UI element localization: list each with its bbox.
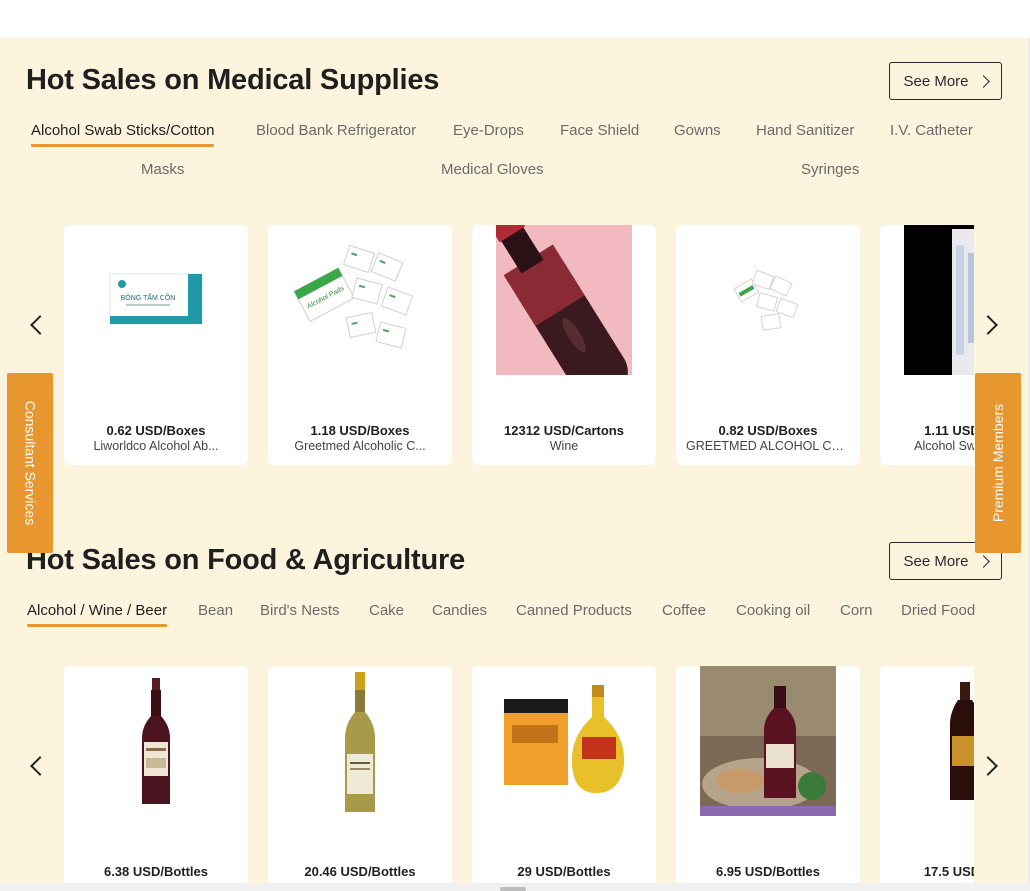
product-card[interactable]: 6.95 USD/Bottles bbox=[676, 666, 860, 883]
tab-gowns[interactable]: Gowns bbox=[674, 122, 721, 139]
product-name: Wine bbox=[549, 439, 579, 453]
tab-dried-food[interactable]: Dried Food bbox=[901, 602, 975, 619]
product-card[interactable]: 1.11 USD Alcohol Swab bbox=[880, 225, 974, 465]
consultant-services-label: Consultant Services bbox=[22, 400, 39, 526]
product-image bbox=[708, 225, 828, 375]
tab-masks[interactable]: Masks bbox=[141, 161, 184, 178]
premium-members-tab[interactable]: Premium Members bbox=[975, 373, 1021, 553]
product-card[interactable]: 0.82 USD/Boxes GREETMED ALCOHOL COT... bbox=[676, 225, 860, 465]
chevron-right-icon bbox=[976, 554, 990, 568]
premium-members-label: Premium Members bbox=[990, 403, 1006, 523]
tab-blood-bank[interactable]: Blood Bank Refrigerator bbox=[256, 122, 416, 139]
product-card[interactable]: Alcohol Pads 1.18 USD/Boxes Greetmed Alc… bbox=[268, 225, 452, 465]
chevron-right-icon[interactable] bbox=[978, 756, 998, 776]
product-card[interactable]: 6.38 USD/Bottles bbox=[64, 666, 248, 883]
tab-eye-drops[interactable]: Eye-Drops bbox=[453, 122, 524, 139]
product-price: 1.18 USD/Boxes bbox=[310, 423, 410, 438]
tab-corn[interactable]: Corn bbox=[840, 602, 873, 619]
tab-cake[interactable]: Cake bbox=[369, 602, 404, 619]
product-card[interactable]: 17.5 USD bbox=[880, 666, 974, 883]
product-name: GREETMED ALCOHOL COT... bbox=[686, 439, 850, 453]
tab-iv-catheter[interactable]: I.V. Catheter bbox=[890, 122, 973, 139]
product-image bbox=[904, 225, 974, 375]
tab-cooking-oil[interactable]: Cooking oil bbox=[736, 602, 810, 619]
section-title: Hot Sales on Medical Supplies bbox=[26, 64, 440, 96]
top-white-strip bbox=[0, 0, 1030, 38]
chevron-right-icon[interactable] bbox=[978, 315, 998, 335]
see-more-label: See More bbox=[903, 552, 969, 570]
product-price: 6.95 USD/Bottles bbox=[715, 864, 821, 879]
product-image bbox=[700, 666, 836, 816]
product-image bbox=[944, 666, 974, 816]
product-image bbox=[500, 666, 630, 816]
product-carousel: 6.38 USD/Bottles 20.46 USD/Bottles 29 US… bbox=[64, 666, 974, 883]
tab-birds-nests[interactable]: Bird's Nests bbox=[260, 602, 340, 619]
tab-medical-gloves[interactable]: Medical Gloves bbox=[441, 161, 544, 178]
product-image bbox=[496, 225, 632, 375]
product-name: Alcohol Swab bbox=[914, 439, 974, 453]
product-name: Liworldco Alcohol Ab... bbox=[93, 439, 219, 453]
tab-candies[interactable]: Candies bbox=[432, 602, 487, 619]
chevron-left-icon[interactable] bbox=[30, 756, 50, 776]
product-card[interactable]: BÔNG TẨM CỒN 0.62 USD/Boxes Liworldco Al… bbox=[64, 225, 248, 465]
product-price: 6.38 USD/Bottles bbox=[103, 864, 209, 879]
horizontal-scrollbar-thumb[interactable] bbox=[500, 887, 526, 891]
tab-canned-products[interactable]: Canned Products bbox=[516, 602, 632, 619]
product-card[interactable]: 12312 USD/Cartons Wine bbox=[472, 225, 656, 465]
product-image bbox=[300, 666, 420, 816]
tab-alcohol-wine-beer[interactable]: Alcohol / Wine / Beer bbox=[27, 602, 168, 627]
product-carousel: BÔNG TẨM CỒN 0.62 USD/Boxes Liworldco Al… bbox=[64, 225, 974, 465]
product-price: 0.62 USD/Boxes bbox=[106, 423, 206, 438]
tab-hand-sanitizer[interactable]: Hand Sanitizer bbox=[756, 122, 854, 139]
product-price: 20.46 USD/Bottles bbox=[304, 864, 416, 879]
tab-face-shield[interactable]: Face Shield bbox=[560, 122, 639, 139]
product-price: 0.82 USD/Boxes bbox=[718, 423, 818, 438]
product-image bbox=[96, 666, 216, 816]
tab-syringes[interactable]: Syringes bbox=[801, 161, 859, 178]
tab-bean[interactable]: Bean bbox=[198, 602, 233, 619]
section-title: Hot Sales on Food & Agriculture bbox=[26, 544, 466, 576]
chevron-left-icon[interactable] bbox=[30, 315, 50, 335]
product-name: Greetmed Alcoholic C... bbox=[294, 439, 426, 453]
product-card[interactable]: 20.46 USD/Bottles bbox=[268, 666, 452, 883]
product-card[interactable]: 29 USD/Bottles bbox=[472, 666, 656, 883]
see-more-label: See More bbox=[903, 72, 969, 90]
product-price: 12312 USD/Cartons bbox=[504, 423, 624, 438]
product-price: 29 USD/Bottles bbox=[517, 864, 611, 879]
page-content: Hot Sales on Medical Supplies See More A… bbox=[0, 38, 1028, 883]
product-image: BÔNG TẨM CỒN bbox=[96, 225, 216, 375]
chevron-right-icon bbox=[976, 74, 990, 88]
food-section: Hot Sales on Food & Agriculture See More… bbox=[0, 518, 1028, 883]
consultant-services-tab[interactable]: Consultant Services bbox=[7, 373, 53, 553]
product-image: Alcohol Pads bbox=[290, 225, 430, 375]
product-price: 17.5 USD bbox=[923, 864, 974, 879]
tab-alcohol-swab[interactable]: Alcohol Swab Sticks/Cotton bbox=[31, 122, 215, 147]
tab-coffee[interactable]: Coffee bbox=[662, 602, 706, 619]
medical-section: Hot Sales on Medical Supplies See More A… bbox=[0, 38, 1028, 518]
product-price: 1.11 USD bbox=[924, 423, 974, 438]
see-more-button[interactable]: See More bbox=[889, 62, 1002, 100]
